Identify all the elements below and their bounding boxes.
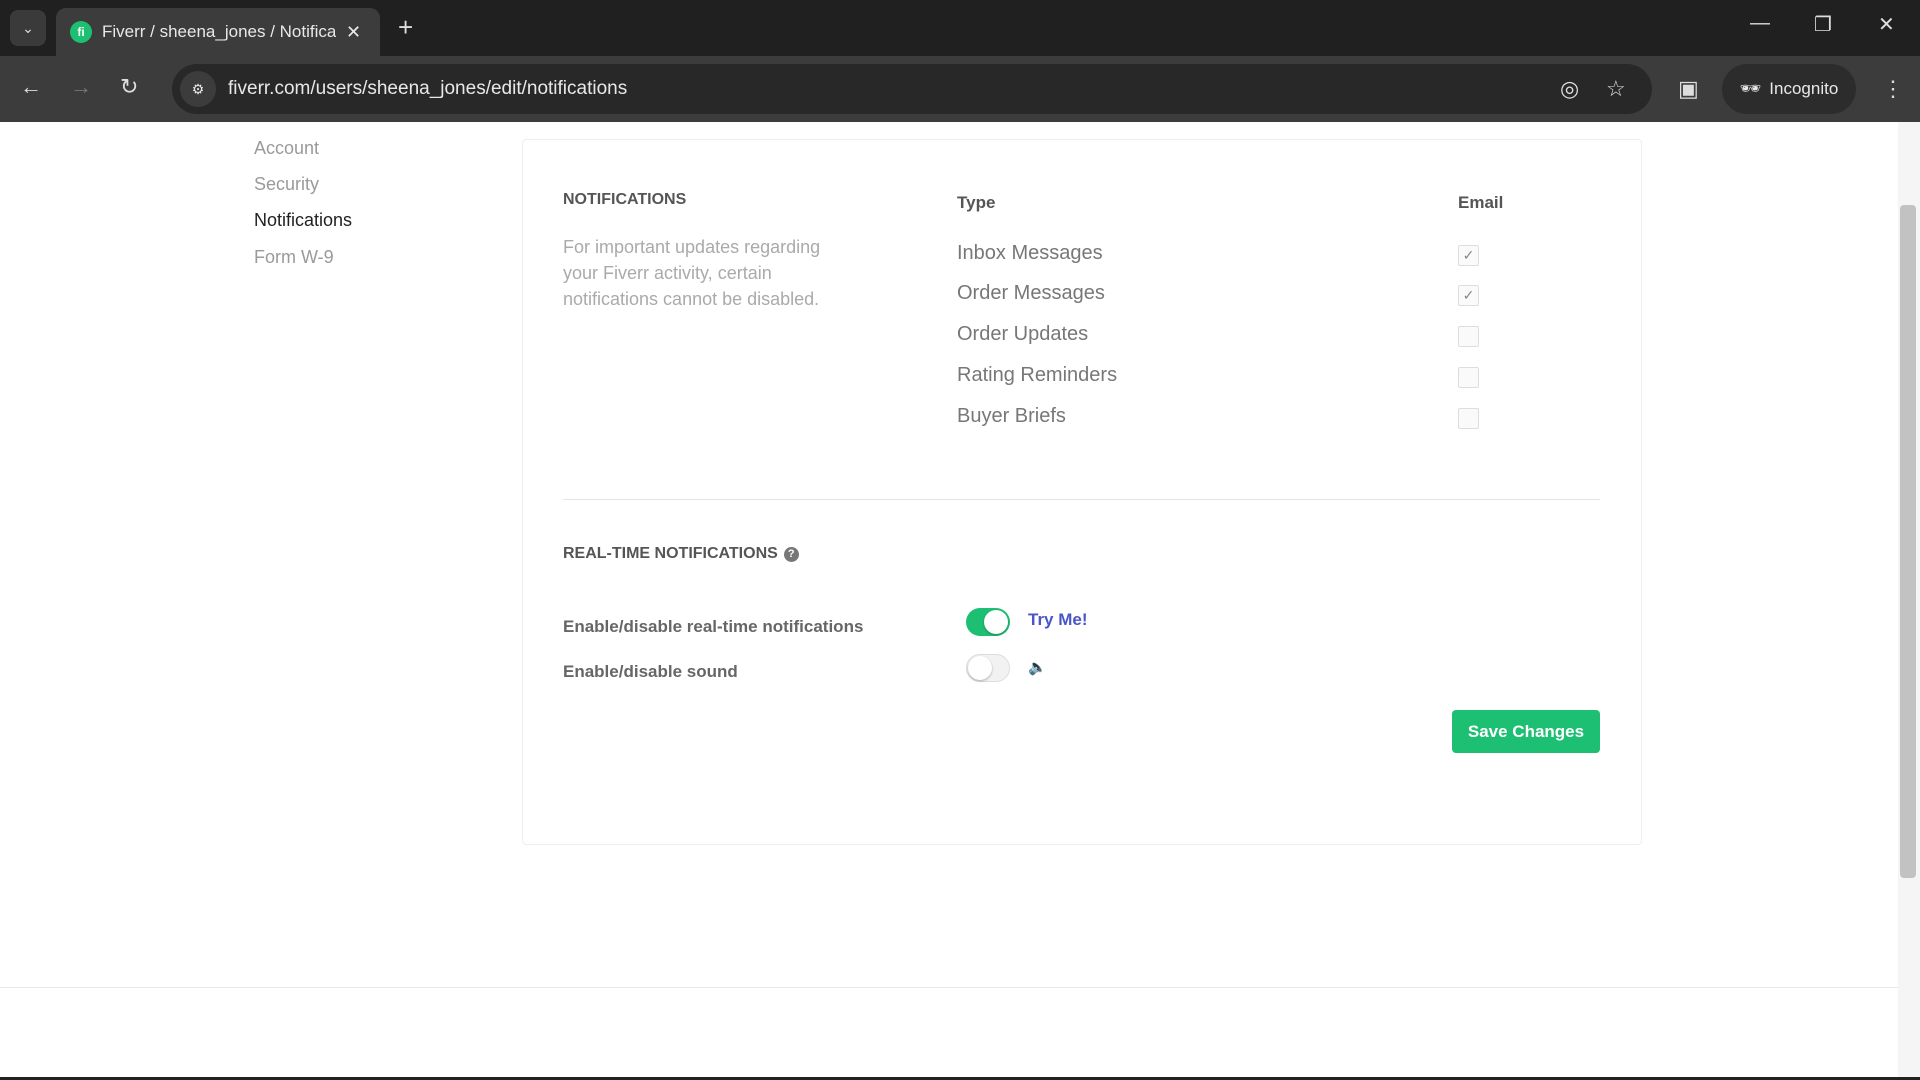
email-checkbox[interactable] [1458, 408, 1479, 429]
incognito-icon: 🕶 [1739, 79, 1762, 98]
back-icon[interactable]: ← [20, 74, 42, 100]
close-tab-icon[interactable]: ✕ [346, 22, 361, 43]
try-me-link[interactable]: Try Me! [1028, 610, 1088, 630]
sidebar-item-notifications[interactable]: Notifications [254, 210, 352, 231]
notification-type-label: Rating Reminders [957, 364, 1118, 386]
menu-icon[interactable]: ⋮ [1882, 76, 1904, 102]
tab-search-button[interactable]: ⌄ [10, 10, 46, 46]
sound-toggle-label: Enable/disable sound [563, 662, 738, 681]
sidebar-item-security[interactable]: Security [254, 174, 319, 195]
realtime-toggle-label: Enable/disable real-time notifications [563, 617, 864, 636]
email-column-header: Email [1458, 193, 1504, 212]
sidebar-item-form-w9[interactable]: Form W-9 [254, 247, 334, 268]
realtime-heading: REAL-TIME NOTIFICATIONS ? [563, 545, 799, 563]
sidebar-item-account[interactable]: Account [254, 138, 319, 159]
side-panel-icon[interactable]: ▣ [1678, 76, 1699, 102]
notifications-heading: NOTIFICATIONS [563, 191, 687, 208]
notifications-description: For important updates regarding your Fiv… [563, 237, 821, 309]
help-icon[interactable]: ? [783, 546, 799, 562]
url-text: fiverr.com/users/sheena_jones/edit/notif… [228, 78, 628, 99]
reload-icon[interactable]: ↻ [120, 74, 138, 100]
tab-title: Fiverr / sheena_jones / Notifications [102, 22, 336, 41]
realtime-toggle[interactable] [966, 608, 1010, 636]
browser-tab[interactable]: fi Fiverr / sheena_jones / Notifications… [56, 8, 380, 56]
divider [563, 499, 1600, 500]
type-column-header: Type [957, 193, 996, 212]
email-checkbox[interactable] [1458, 367, 1479, 388]
scrollbar-thumb[interactable] [1900, 205, 1916, 878]
realtime-heading-text: REAL-TIME NOTIFICATIONS [563, 545, 778, 562]
sound-toggle[interactable] [966, 654, 1010, 682]
restore-icon[interactable]: ❐ [1814, 12, 1832, 37]
minimize-icon[interactable]: — [1750, 12, 1770, 35]
fiverr-favicon-icon: fi [70, 21, 92, 43]
incognito-badge[interactable]: 🕶 Incognito [1722, 64, 1856, 114]
mute-icon: 🔈 [1028, 659, 1047, 676]
notification-type-label: Order Messages [957, 282, 1105, 304]
address-bar[interactable]: ⚙ fiverr.com/users/sheena_jones/edit/not… [172, 64, 1652, 114]
eye-off-icon[interactable]: ◎ [1560, 76, 1579, 102]
email-checkbox[interactable]: ✓ [1458, 285, 1479, 306]
email-checkbox[interactable] [1458, 326, 1479, 347]
notification-type-label: Inbox Messages [957, 242, 1103, 264]
new-tab-button[interactable]: + [398, 12, 413, 43]
email-checkbox[interactable]: ✓ [1458, 245, 1479, 266]
close-window-icon[interactable]: ✕ [1878, 12, 1895, 37]
footer-divider [0, 987, 1898, 988]
incognito-label: Incognito [1769, 79, 1839, 98]
bookmark-star-icon[interactable]: ☆ [1606, 76, 1626, 102]
notification-type-label: Order Updates [957, 323, 1089, 345]
forward-icon[interactable]: → [70, 74, 92, 100]
site-settings-icon[interactable]: ⚙ [180, 71, 216, 107]
notification-type-label: Buyer Briefs [957, 405, 1066, 427]
save-changes-button[interactable]: Save Changes [1452, 710, 1600, 753]
